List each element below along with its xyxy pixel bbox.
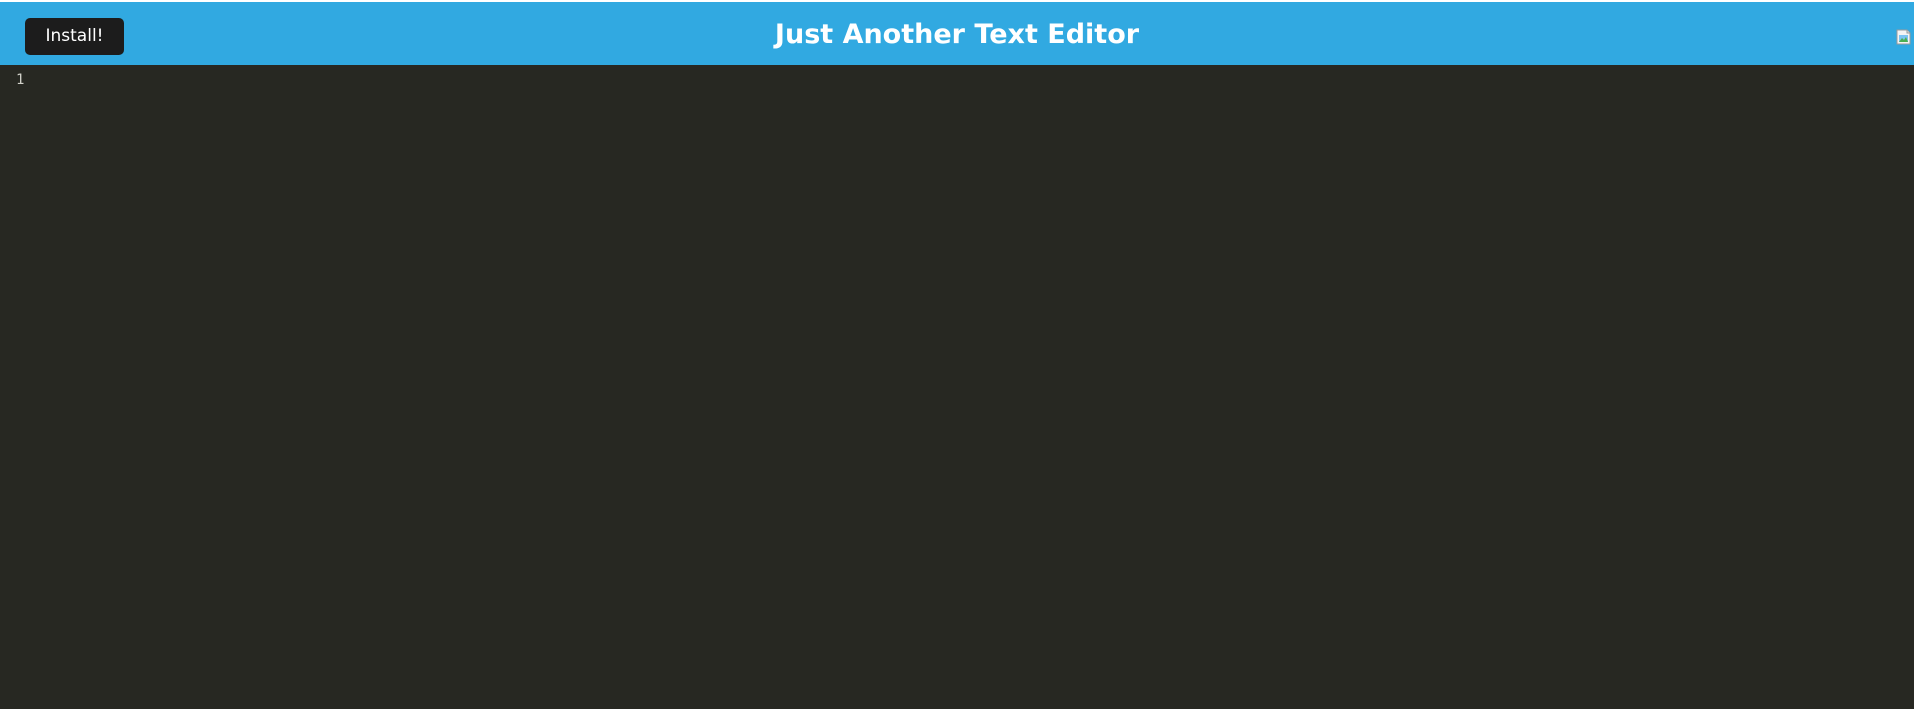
editor-pane[interactable]: 1 [0, 65, 1914, 709]
header-bar: Install! Just Another Text Editor [0, 2, 1914, 65]
page-title: Just Another Text Editor [774, 19, 1140, 50]
line-number: 1 [16, 72, 25, 88]
code-input[interactable] [40, 71, 1900, 691]
line-number-gutter: 1 [0, 65, 34, 709]
broken-image-icon [1896, 26, 1914, 46]
install-button[interactable]: Install! [25, 18, 124, 55]
app-window: Install! Just Another Text Editor 1 [0, 0, 1914, 709]
